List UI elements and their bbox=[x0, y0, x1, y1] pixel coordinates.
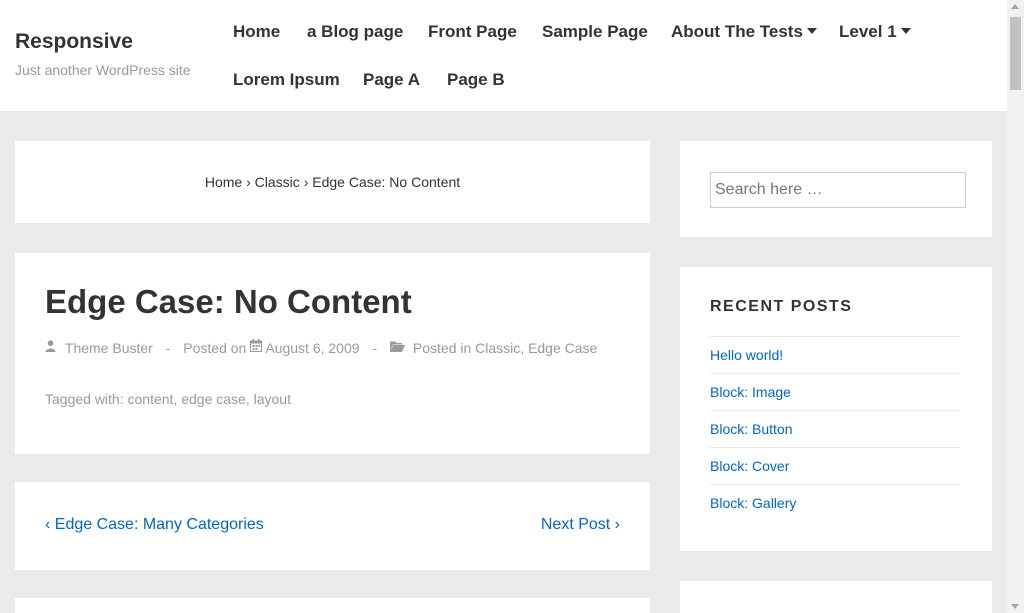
user-icon bbox=[45, 339, 56, 355]
previous-post-link[interactable]: ‹ Edge Case: Many Categories bbox=[45, 516, 264, 534]
recent-posts-title: RECENT POSTS bbox=[710, 298, 853, 315]
recent-post-link[interactable]: Block: Gallery bbox=[710, 484, 960, 521]
meta-separator: - bbox=[372, 340, 378, 356]
nav-item-label: Front Page bbox=[428, 22, 517, 41]
posted-on-label: Posted on bbox=[183, 340, 247, 356]
folder-icon bbox=[390, 339, 405, 355]
comments-card bbox=[15, 598, 650, 613]
calendar-icon bbox=[250, 339, 263, 355]
nav-item-home[interactable]: Home bbox=[233, 22, 280, 42]
list-comma: , bbox=[245, 391, 250, 407]
next-post-link[interactable]: Next Post › bbox=[541, 516, 620, 534]
list-comma: , bbox=[520, 340, 525, 356]
scroll-down-arrow-icon[interactable] bbox=[1011, 604, 1019, 609]
breadcrumb-card: Home › Classic › Edge Case: No Content bbox=[15, 141, 650, 223]
search-placeholder: Search here … bbox=[715, 181, 823, 198]
search-widget: Search here … bbox=[680, 141, 992, 237]
breadcrumb-separator: › bbox=[303, 174, 309, 190]
nav-item-front-page[interactable]: Front Page bbox=[428, 22, 517, 42]
nav-item-label: Page A bbox=[363, 70, 421, 89]
post-navigation-card: ‹ Edge Case: Many Categories Next Post › bbox=[15, 482, 650, 570]
recent-post-link[interactable]: Hello world! bbox=[710, 336, 960, 373]
post-card: Edge Case: No Content Theme Buster - Pos… bbox=[15, 253, 650, 454]
post-meta: Theme Buster - Posted on August 6, 2009 … bbox=[45, 339, 597, 357]
breadcrumb-separator: › bbox=[246, 174, 251, 190]
recent-post-link[interactable]: Block: Cover bbox=[710, 447, 960, 484]
scrollbar-thumb[interactable] bbox=[1010, 17, 1021, 90]
category-link[interactable]: Edge Case bbox=[528, 340, 597, 356]
breadcrumb: Home › Classic › Edge Case: No Content bbox=[15, 174, 650, 190]
tag-link[interactable]: content bbox=[128, 391, 174, 407]
breadcrumb-current: Edge Case: No Content bbox=[312, 174, 461, 190]
page-scrollbar[interactable] bbox=[1007, 0, 1024, 613]
nav-item-blog-page[interactable]: a Blog page bbox=[307, 22, 403, 42]
caret-down-icon bbox=[806, 27, 817, 34]
site-header: Responsive Just another WordPress site H… bbox=[0, 0, 1007, 111]
site-description: Just another WordPress site bbox=[15, 62, 191, 78]
nav-item-label: Level 1 bbox=[839, 22, 897, 41]
tag-link[interactable]: edge case bbox=[181, 391, 246, 407]
breadcrumb-category-link[interactable]: Classic bbox=[255, 174, 300, 190]
nav-item-label: Lorem Ipsum bbox=[233, 70, 340, 89]
nav-item-label: Sample Page bbox=[542, 22, 648, 41]
search-input[interactable]: Search here … bbox=[710, 172, 966, 208]
nav-item-lorem-ipsum[interactable]: Lorem Ipsum bbox=[233, 70, 340, 90]
recent-posts-widget: RECENT POSTS Hello world! Block: Image B… bbox=[680, 267, 992, 551]
nav-item-label: Page B bbox=[447, 70, 505, 89]
post-date-link[interactable]: August 6, 2009 bbox=[265, 340, 359, 356]
nav-item-page-b[interactable]: Page B bbox=[447, 70, 505, 90]
tag-link[interactable]: layout bbox=[254, 391, 291, 407]
site-title[interactable]: Responsive bbox=[15, 30, 133, 54]
nav-item-label: Home bbox=[233, 22, 281, 41]
recent-post-link[interactable]: Block: Image bbox=[710, 373, 960, 410]
scroll-up-arrow-icon[interactable] bbox=[1011, 4, 1019, 9]
nav-item-page-a[interactable]: Page A bbox=[363, 70, 420, 90]
post-tags: Tagged with: content, edge case, layout bbox=[45, 391, 291, 407]
nav-item-sample-page[interactable]: Sample Page bbox=[542, 22, 648, 42]
posted-in-label: Posted in bbox=[412, 340, 472, 356]
post-title: Edge Case: No Content bbox=[45, 283, 412, 320]
breadcrumb-home-link[interactable]: Home bbox=[205, 174, 242, 190]
meta-separator: - bbox=[165, 340, 171, 356]
list-comma: , bbox=[173, 391, 178, 407]
nav-item-label: About The Tests bbox=[671, 22, 803, 41]
sidebar-widget bbox=[680, 581, 992, 613]
tagged-with-label: Tagged with: bbox=[45, 391, 124, 407]
category-link[interactable]: Classic bbox=[475, 340, 520, 356]
post-author-link[interactable]: Theme Buster bbox=[65, 340, 153, 356]
caret-down-icon bbox=[900, 27, 911, 34]
recent-post-link[interactable]: Block: Button bbox=[710, 410, 960, 447]
nav-item-about-the-tests[interactable]: About The Tests bbox=[671, 22, 817, 42]
nav-item-label: a Blog page bbox=[307, 22, 404, 41]
recent-posts-list: Hello world! Block: Image Block: Button … bbox=[710, 336, 960, 521]
nav-item-level-1[interactable]: Level 1 bbox=[839, 22, 911, 42]
